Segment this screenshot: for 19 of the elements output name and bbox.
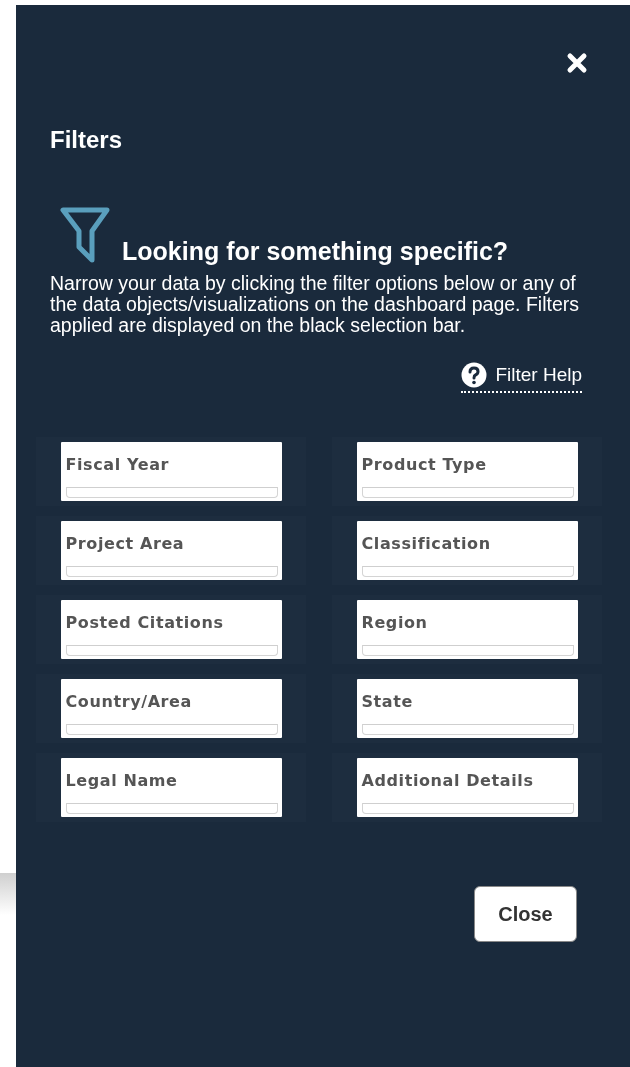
filter-button[interactable]: Classification <box>356 521 578 580</box>
close-icon[interactable] <box>566 52 588 74</box>
panel-title: Filters <box>50 126 124 154</box>
filter-button[interactable]: Region <box>356 600 578 659</box>
funnel-icon <box>60 207 110 263</box>
description-text: Narrow your data by clicking the filter options below or any of the data objects/visualizations on the dashboard page. Filters applied are displayed on the black selection bar. <box>50 273 580 336</box>
panel-heading: Looking for something specific? <box>122 237 509 265</box>
filter-button[interactable]: Posted Citations <box>60 600 282 659</box>
filter-button[interactable]: Additional Details <box>356 758 578 817</box>
filter-button[interactable]: State <box>356 679 578 738</box>
filter-button[interactable]: Fiscal Year <box>60 442 282 501</box>
filter-help-link[interactable]: Filter Help <box>461 362 582 393</box>
filter-button[interactable]: Product Type <box>356 442 578 501</box>
filter-button[interactable]: Country/Area <box>60 679 282 738</box>
filter-button[interactable]: Project Area <box>60 521 282 580</box>
page-shadow <box>0 873 16 915</box>
close-button[interactable]: Close <box>474 886 577 942</box>
filter-button[interactable]: Legal Name <box>60 758 282 817</box>
help-icon <box>461 362 488 388</box>
